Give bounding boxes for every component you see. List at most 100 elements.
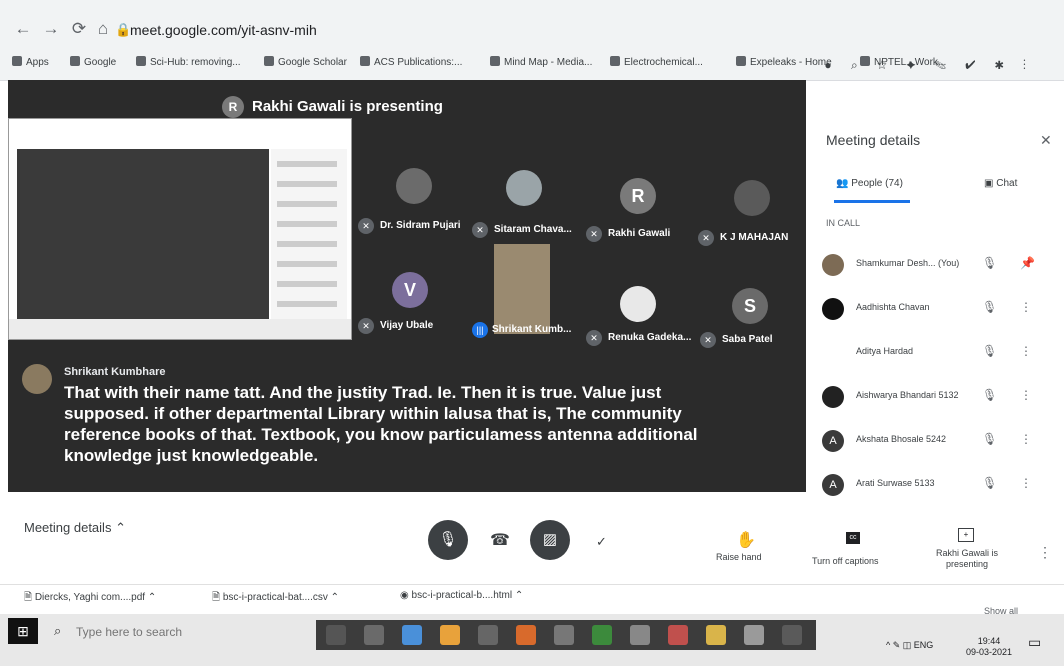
- participant-name: Renuka Gadeka...: [608, 332, 692, 343]
- more-options-icon[interactable]: ⋮: [1038, 544, 1052, 561]
- bookmark-item[interactable]: Google: [70, 56, 116, 68]
- participant-name: K J MAHAJAN: [720, 232, 789, 243]
- captions-icon[interactable]: cc: [846, 532, 860, 544]
- mic-off-icon[interactable]: 🎙: [982, 256, 997, 270]
- tab-chat[interactable]: ▣ Chat: [984, 178, 1017, 189]
- taskbar-search[interactable]: ⌕: [44, 618, 314, 644]
- reload-icon[interactable]: ⟳: [68, 18, 90, 40]
- lock-icon[interactable]: 🔒: [115, 22, 131, 38]
- bookmark-item[interactable]: ACS Publications:...: [360, 56, 462, 68]
- bookmark-item[interactable]: Apps: [12, 56, 49, 68]
- participant-avatar: [734, 180, 770, 216]
- participant-avatar: [506, 170, 542, 206]
- bookmark-icon: [136, 56, 146, 66]
- bookmark-icon: [736, 56, 746, 66]
- participant-name: Vijay Ubale: [380, 320, 434, 331]
- app-icon[interactable]: [744, 625, 764, 645]
- tab-people[interactable]: 👥 People (74): [836, 178, 903, 189]
- participant-avatar: [620, 286, 656, 322]
- meeting-details-button[interactable]: Meeting details ⌃: [24, 520, 126, 536]
- bookmark-item[interactable]: Sci-Hub: removing...: [136, 56, 241, 68]
- people-icon: 👥: [836, 178, 852, 189]
- mic-off-icon[interactable]: 🎙: [982, 300, 997, 314]
- search-input[interactable]: [74, 624, 233, 640]
- present-screen-icon[interactable]: +: [958, 528, 974, 542]
- notification-icon[interactable]: ▭: [1028, 634, 1041, 651]
- present-icon[interactable]: ✓: [596, 534, 607, 550]
- store-icon[interactable]: [630, 625, 650, 645]
- mic-off-icon[interactable]: 🎙: [982, 432, 997, 446]
- raise-hand-icon[interactable]: ✋: [736, 530, 756, 550]
- camera-off-button[interactable]: ▨: [530, 520, 570, 560]
- caption-speaker-avatar: [22, 364, 52, 394]
- pin-icon[interactable]: 📌: [1020, 256, 1035, 270]
- mic-off-button[interactable]: 🎙: [428, 520, 468, 560]
- app-icon[interactable]: [782, 625, 802, 645]
- edge-icon[interactable]: [402, 625, 422, 645]
- more-options-icon[interactable]: ⋮: [1020, 432, 1032, 446]
- download-item[interactable]: 🗎 Diercks, Yaghi com....pdf ⌃: [24, 590, 156, 607]
- leave-call-button[interactable]: ☎: [490, 530, 510, 550]
- excel-icon[interactable]: [592, 625, 612, 645]
- participant-list-item[interactable]: Aadhishta Chavan 🎙 ⋮: [822, 294, 1052, 330]
- participant-list-avatar: [822, 298, 844, 320]
- address-bar[interactable]: meet.google.com/yit-asnv-mih: [130, 22, 317, 38]
- participant-avatar: S: [732, 288, 768, 324]
- participant-video: [494, 244, 550, 334]
- chevron-up-icon: ⌃: [115, 520, 126, 535]
- windows-start-icon[interactable]: ⊞: [8, 618, 38, 644]
- back-icon[interactable]: ←: [12, 18, 34, 40]
- chevron-up-icon: ⌃: [330, 592, 340, 603]
- shared-screen[interactable]: [8, 118, 352, 340]
- participant-list-item[interactable]: A Akshata Bhosale 5242 🎙 ⋮: [822, 426, 1052, 462]
- mic-off-icon[interactable]: 🎙: [982, 476, 997, 490]
- app-icon[interactable]: [364, 625, 384, 645]
- more-options-icon[interactable]: ⋮: [1020, 476, 1032, 490]
- mic-off-icon[interactable]: 🎙: [982, 388, 997, 402]
- system-tray[interactable]: ^ ✎ ◫ ENG: [886, 640, 933, 651]
- raise-hand-label[interactable]: Raise hand: [716, 552, 762, 562]
- forward-icon[interactable]: →: [40, 18, 62, 40]
- more-options-icon[interactable]: ⋮: [1020, 344, 1032, 358]
- extension-icons[interactable]: ● ⌕ ☆ ✦ ✎ ✔ ✱ ⋮: [824, 58, 1034, 73]
- mic-off-icon[interactable]: 🎙: [982, 344, 997, 358]
- chrome-icon[interactable]: [440, 625, 460, 645]
- caption-text: That with their name tatt. And the justi…: [64, 383, 698, 465]
- bookmark-item[interactable]: Mind Map - Media...: [490, 56, 592, 68]
- more-options-icon[interactable]: ⋮: [1020, 388, 1032, 402]
- powerpoint-icon[interactable]: [668, 625, 688, 645]
- participant-list-name: Shamkumar Desh... (You): [856, 258, 960, 268]
- participant-list-item[interactable]: Shamkumar Desh... (You) 🎙 📌: [822, 250, 1052, 286]
- tab-indicator: [834, 200, 910, 203]
- download-item[interactable]: ◉ bsc-i-practical-b....html ⌃: [400, 590, 523, 601]
- bookmark-item[interactable]: Electrochemical...: [610, 56, 703, 68]
- more-options-icon[interactable]: ⋮: [1020, 300, 1032, 314]
- download-item[interactable]: 🗎 bsc-i-practical-bat....csv ⌃: [212, 590, 339, 607]
- file-explorer-icon[interactable]: [706, 625, 726, 645]
- presenter-avatar: R: [222, 96, 244, 118]
- participant-avatar: R: [620, 178, 656, 214]
- home-icon[interactable]: ⌂: [92, 18, 114, 40]
- participant-name: Rakhi Gawali: [608, 228, 671, 239]
- participant-name: Dr. Sidram Pujari: [380, 220, 461, 231]
- firefox-icon[interactable]: [516, 625, 536, 645]
- presenting-banner: R Rakhi Gawali is presenting: [222, 96, 443, 118]
- language-indicator[interactable]: ENG: [914, 640, 934, 650]
- app-icon[interactable]: [554, 625, 574, 645]
- app-icon[interactable]: [478, 625, 498, 645]
- close-icon[interactable]: ✕: [1040, 132, 1052, 149]
- captions-label[interactable]: Turn off captions: [812, 556, 879, 566]
- participant-list-item[interactable]: Aishwarya Bhandari 5132 🎙 ⋮: [822, 382, 1052, 418]
- panel-title: Meeting details: [826, 132, 921, 148]
- speaking-icon: |||: [472, 322, 488, 338]
- chevron-up-icon: ⌃: [147, 592, 157, 603]
- bookmark-item[interactable]: Expeleaks - Home: [736, 56, 832, 68]
- participant-list-item[interactable]: Aditya Hardad 🎙 ⋮: [822, 338, 1052, 374]
- taskbar-clock[interactable]: 19:44 09-03-2021: [966, 636, 1012, 658]
- task-view-icon[interactable]: [326, 625, 346, 645]
- bookmark-item[interactable]: Google Scholar: [264, 56, 347, 68]
- participant-list-name: Aadhishta Chavan: [856, 302, 930, 312]
- participant-list-item[interactable]: A Arati Surwase 5133 🎙 ⋮: [822, 470, 1052, 506]
- presenter-label: Rakhi Gawali is presenting: [935, 548, 999, 569]
- participant-list-avatar: [822, 342, 844, 364]
